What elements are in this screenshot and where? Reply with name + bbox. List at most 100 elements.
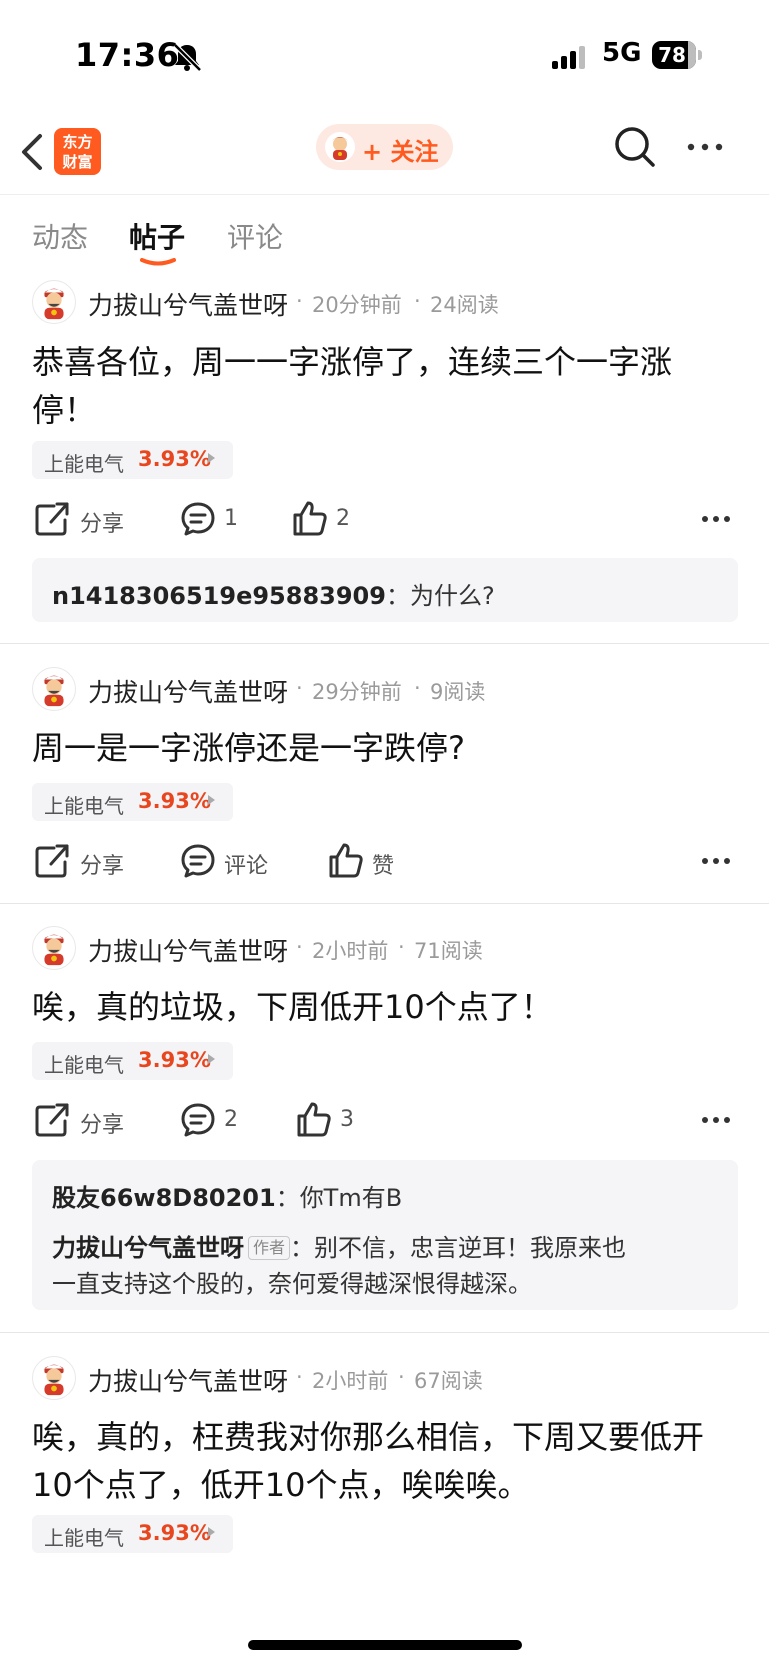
tab-dynamics[interactable]: 动态: [32, 216, 88, 256]
meta-sep: ·: [414, 289, 421, 313]
comment-sep: ：: [290, 1234, 315, 1262]
author-avatar[interactable]: [32, 1356, 76, 1400]
author-avatar[interactable]: [32, 667, 76, 711]
stock-name: 上能电气: [44, 794, 124, 818]
back-arrow-icon[interactable]: [18, 130, 48, 174]
comment-user[interactable]: 股友66w8D80201: [52, 1184, 276, 1212]
comment-button[interactable]: 评论: [180, 842, 280, 882]
share-button[interactable]: 分享: [34, 1101, 144, 1141]
comment-button[interactable]: 2: [180, 1101, 250, 1141]
comment-line: 一直支持这个股的，奈何爱得越深恨得越深。: [52, 1264, 532, 1299]
read-count: 24阅读: [430, 293, 499, 317]
logo-text-line2: 财富: [62, 153, 93, 171]
author-avatar[interactable]: [32, 280, 76, 324]
divider: [0, 1332, 769, 1333]
tab-bar: 动态 帖子 评论: [0, 196, 769, 268]
stock-tag[interactable]: 上能电气 3.93%: [32, 1515, 233, 1553]
post-text[interactable]: 恭喜各位，周一一字涨停了，连续三个一字涨停！: [32, 338, 672, 434]
follow-button[interactable]: + 关注: [316, 124, 453, 170]
post-text[interactable]: 唉，真的垃圾，下周低开10个点了！: [32, 983, 732, 1031]
user-avatar-icon: [325, 132, 355, 162]
home-indicator[interactable]: [248, 1640, 522, 1650]
stock-change: 3.93%: [138, 447, 211, 471]
comment-user[interactable]: n1418306519e95883909: [52, 582, 386, 610]
meta-sep: ·: [398, 1365, 405, 1389]
share-button[interactable]: 分享: [34, 842, 144, 882]
meta-sep: ·: [296, 1365, 303, 1389]
comment-sep: ：: [275, 1184, 300, 1212]
more-icon[interactable]: [700, 514, 732, 524]
status-time: 17:36: [75, 36, 180, 74]
post-text[interactable]: 周一是一字涨停还是一字跌停?: [32, 724, 732, 772]
comment-sep: ：: [385, 582, 410, 610]
post-time: 20分钟前: [312, 293, 402, 317]
comment-button[interactable]: 1: [180, 500, 250, 540]
tab-active-indicator: [140, 258, 176, 266]
comment-label: 评论: [224, 854, 269, 879]
like-icon: [329, 843, 363, 878]
stock-tag[interactable]: 上能电气 3.93%: [32, 783, 233, 821]
comment-text: 你Tm有B: [299, 1184, 403, 1212]
author-name[interactable]: 力拔山兮气盖世呀: [88, 932, 288, 968]
comment-line: n1418306519e95883909：为什么?: [52, 576, 495, 611]
like-button[interactable]: 3: [296, 1101, 366, 1141]
like-icon: [293, 501, 327, 536]
bell-muted-icon: [173, 43, 202, 72]
post-text-line: 10个点了，低开10个点，唉唉唉。: [32, 1466, 530, 1504]
tab-posts[interactable]: 帖子: [129, 216, 185, 256]
comment-count: 1: [224, 506, 238, 531]
share-icon: [35, 502, 69, 536]
comment-text: 别不信，忠言逆耳！我原来也: [314, 1234, 627, 1262]
author-badge: 作者: [248, 1236, 291, 1260]
share-label: 分享: [80, 1113, 125, 1138]
comment-line: 股友66w8D80201：你Tm有B: [52, 1178, 402, 1213]
network-type: 5G: [602, 38, 642, 68]
like-button[interactable]: 2: [292, 500, 362, 540]
author-avatar[interactable]: [32, 926, 76, 970]
like-button[interactable]: 赞: [328, 842, 398, 882]
comment-text: 一直支持这个股的，奈何爱得越深恨得越深。: [52, 1270, 532, 1298]
stock-change: 3.93%: [138, 789, 211, 813]
divider: [0, 643, 769, 644]
more-icon[interactable]: [685, 132, 725, 162]
share-button[interactable]: 分享: [34, 500, 144, 540]
battery-icon: 78: [652, 41, 702, 71]
app-logo: 东方 财富: [54, 128, 101, 175]
stock-name: 上能电气: [44, 1526, 124, 1550]
author-name[interactable]: 力拔山兮气盖世呀: [88, 1362, 288, 1398]
stock-name: 上能电气: [44, 1053, 124, 1077]
chevron-right-icon: [208, 1527, 215, 1537]
comment-line: 力拔山兮气盖世呀 作者 ：别不信，忠言逆耳！我原来也: [52, 1228, 626, 1263]
comment-text: 为什么?: [409, 582, 495, 610]
post-time: 2小时前: [312, 939, 389, 963]
more-icon[interactable]: [700, 856, 732, 866]
read-count: 9阅读: [430, 680, 486, 704]
signal-icon: [552, 46, 585, 69]
battery-level: 78: [658, 43, 686, 67]
comment-user[interactable]: 力拔山兮气盖世呀: [52, 1234, 244, 1262]
like-label: 赞: [372, 854, 395, 879]
more-icon[interactable]: [700, 1115, 732, 1125]
like-count: 3: [340, 1107, 354, 1132]
comment-icon: [181, 1103, 215, 1137]
share-icon: [35, 844, 69, 878]
search-icon[interactable]: [612, 124, 658, 170]
post-time: 2小时前: [312, 1369, 389, 1393]
stock-tag[interactable]: 上能电气 3.93%: [32, 441, 233, 479]
chevron-right-icon: [208, 453, 215, 463]
stock-name: 上能电气: [44, 452, 124, 476]
post-text-line: 唉，真的，枉费我对你那么相信，下周又要低开: [32, 1418, 705, 1456]
meta-sep: ·: [398, 935, 405, 959]
author-name[interactable]: 力拔山兮气盖世呀: [88, 286, 288, 322]
read-count: 67阅读: [414, 1369, 483, 1393]
share-icon: [35, 1103, 69, 1137]
post-text[interactable]: 唉，真的，枉费我对你那么相信，下周又要低开 10个点了，低开10个点，唉唉唉。: [32, 1413, 732, 1509]
comment-preview[interactable]: n1418306519e95883909：为什么?: [32, 558, 738, 622]
like-count: 2: [336, 506, 350, 531]
comment-preview[interactable]: 股友66w8D80201：你Tm有B 力拔山兮气盖世呀 作者 ：别不信，忠言逆耳！我…: [32, 1160, 738, 1310]
meta-sep: ·: [296, 289, 303, 313]
stock-tag[interactable]: 上能电气 3.93%: [32, 1042, 233, 1080]
logo-text-line1: 东方: [62, 133, 93, 151]
tab-comments[interactable]: 评论: [227, 216, 283, 256]
author-name[interactable]: 力拔山兮气盖世呀: [88, 673, 288, 709]
